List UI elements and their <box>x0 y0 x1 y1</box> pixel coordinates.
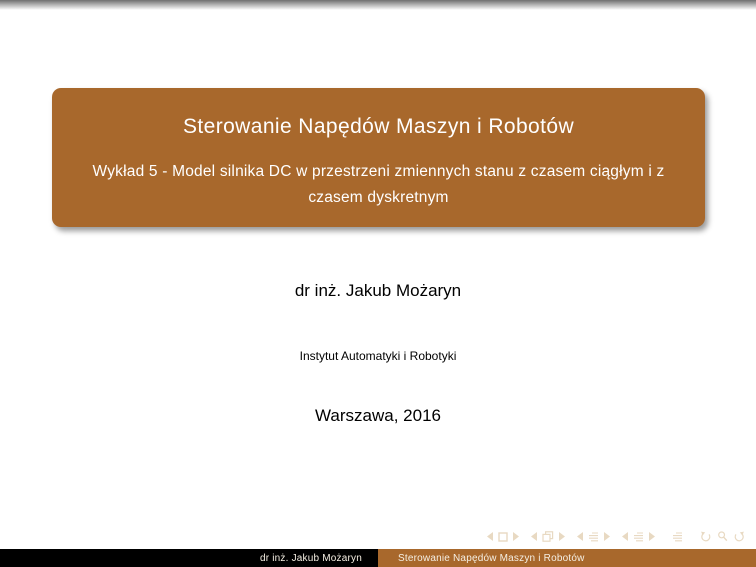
slide-square-icon[interactable] <box>498 532 508 542</box>
subsection-list-icon[interactable] <box>633 531 644 542</box>
top-shade-bar <box>0 0 756 10</box>
forward-arrow-icon[interactable] <box>733 531 745 542</box>
prev-triangle-icon[interactable] <box>577 532 583 541</box>
title-card: Sterowanie Napędów Maszyn i Robotów Wykł… <box>52 88 705 227</box>
section-navigation <box>577 531 610 542</box>
slide-title: Sterowanie Napędów Maszyn i Robotów <box>183 115 574 139</box>
frame-overlay-icon[interactable] <box>542 531 554 542</box>
author: dr inż. Jakub Możaryn <box>0 281 756 301</box>
prev-triangle-icon[interactable] <box>622 532 628 541</box>
next-triangle-icon[interactable] <box>513 532 519 541</box>
prev-triangle-icon[interactable] <box>531 532 537 541</box>
footline: dr inż. Jakub Możaryn Sterowanie Napędów… <box>0 549 756 567</box>
institute: Instytut Automatyki i Robotyki <box>0 349 756 363</box>
next-triangle-icon[interactable] <box>649 532 655 541</box>
search-icon[interactable] <box>717 531 728 542</box>
beamer-navigation-symbols <box>487 531 745 542</box>
appendix-navigation <box>672 531 683 542</box>
slide-navigation <box>487 532 519 542</box>
frame-navigation <box>531 531 565 542</box>
section-list-icon[interactable] <box>588 531 599 542</box>
next-triangle-icon[interactable] <box>604 532 610 541</box>
slide: Sterowanie Napędów Maszyn i Robotów Wykł… <box>0 0 756 567</box>
footer-author-box: dr inż. Jakub Możaryn <box>0 549 378 567</box>
footer-title: Sterowanie Napędów Maszyn i Robotów <box>398 553 585 564</box>
subsection-navigation <box>622 531 655 542</box>
history-search <box>700 531 745 542</box>
slide-subtitle: Wykład 5 - Model silnika DC w przestrzen… <box>66 159 691 210</box>
back-arrow-icon[interactable] <box>700 531 712 542</box>
date: Warszawa, 2016 <box>0 406 756 426</box>
appendix-list-icon[interactable] <box>672 531 683 542</box>
prev-triangle-icon[interactable] <box>487 532 493 541</box>
footer-title-box: Sterowanie Napędów Maszyn i Robotów <box>378 549 756 567</box>
footer-author: dr inż. Jakub Możaryn <box>260 553 362 564</box>
next-triangle-icon[interactable] <box>559 532 565 541</box>
